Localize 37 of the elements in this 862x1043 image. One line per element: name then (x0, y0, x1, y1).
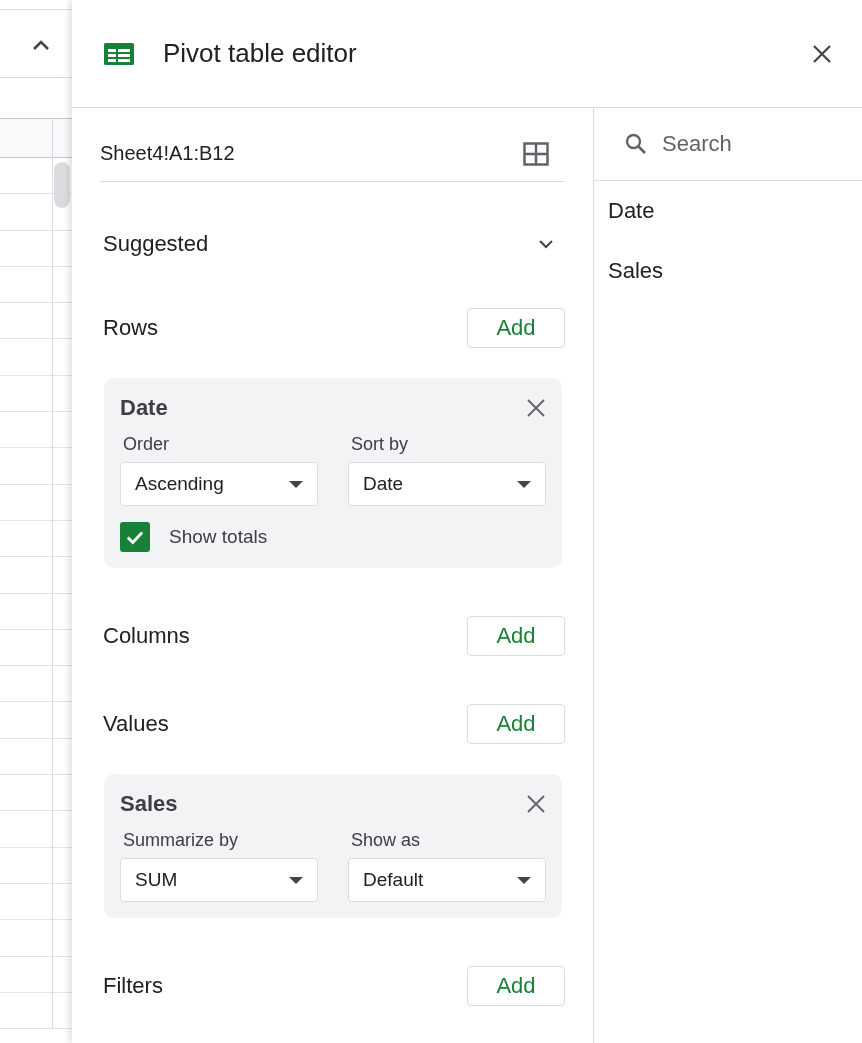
section-title: Columns (103, 623, 190, 649)
section-title: Values (103, 711, 169, 737)
dropdown-label: Sort by (350, 434, 410, 456)
spreadsheet-icon (104, 42, 134, 65)
close-icon[interactable] (812, 43, 832, 64)
add-button[interactable]: Add (467, 704, 565, 744)
caret-icon (517, 480, 531, 488)
close-icon[interactable] (526, 398, 546, 418)
caret-icon (517, 876, 531, 884)
dropdown[interactable]: SUM (120, 858, 318, 902)
section-title: Filters (103, 973, 163, 999)
scrollbar-thumb[interactable] (54, 162, 70, 208)
close-icon[interactable] (526, 794, 546, 814)
panel-title: Pivot table editor (163, 38, 358, 69)
field-item[interactable]: Sales (594, 241, 862, 301)
caret-icon (289, 480, 303, 488)
section-title: Rows (103, 315, 158, 341)
grid-select-icon[interactable] (523, 141, 549, 166)
card-title: Sales (120, 791, 178, 817)
dropdown[interactable]: Date (348, 462, 546, 506)
dropdown-label: Show as (350, 830, 422, 852)
dropdown-label: Summarize by (122, 830, 240, 852)
caret-icon (289, 876, 303, 884)
chevron-down-icon[interactable] (539, 239, 553, 249)
section-title: Suggested (103, 231, 209, 257)
checkbox-label: Show totals (169, 526, 268, 548)
add-button[interactable]: Add (467, 308, 565, 348)
add-button[interactable]: Add (467, 966, 565, 1006)
data-range-field[interactable]: Sheet4!A1:B12 (100, 142, 235, 165)
dropdown[interactable]: Default (348, 858, 546, 902)
checkbox[interactable] (120, 522, 150, 552)
dropdown[interactable]: Ascending (120, 462, 318, 506)
card-title: Date (120, 395, 168, 421)
search-icon (624, 132, 648, 156)
add-button[interactable]: Add (467, 616, 565, 656)
field-item[interactable]: Date (594, 181, 862, 241)
dropdown-label: Order (122, 434, 170, 456)
